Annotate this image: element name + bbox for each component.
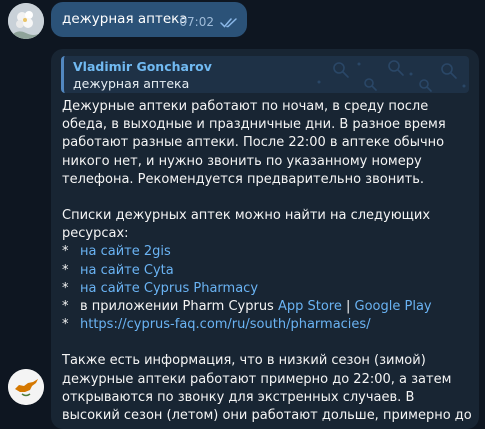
user-avatar[interactable] — [8, 3, 44, 39]
incoming-message-bubble[interactable]: Vladimir Goncharov дежурная аптека Дежур… — [51, 49, 479, 429]
list-item: * на сайте 2gis — [62, 243, 472, 261]
outgoing-message-bubble[interactable]: дежурная аптека 07:02 — [51, 2, 247, 37]
bullet: * — [62, 280, 69, 296]
bot-avatar[interactable] — [8, 369, 44, 405]
outgoing-message-time: 07:02 — [179, 15, 214, 29]
bullet: * — [62, 262, 69, 278]
flower-icon — [8, 3, 44, 39]
cyprus-map-icon — [8, 369, 44, 405]
paragraph-schedule: Дежурные аптеки работают по ночам, в сре… — [62, 99, 446, 187]
link-2gis[interactable]: на сайте 2gis — [80, 244, 171, 259]
list-item: * https://cyprus-faq.com/ru/south/pharmac… — [62, 316, 472, 334]
app-text: в приложении Pharm Cyprus — [80, 299, 278, 315]
list-item: * на сайте Cyprus Pharmacy — [62, 280, 472, 298]
link-cyprus-pharmacy[interactable]: на сайте Cyprus Pharmacy — [80, 281, 258, 296]
list-item: * на сайте Cyta — [62, 262, 472, 280]
link-faq-url[interactable]: https://cyprus-faq.com/ru/south/pharmaci… — [80, 317, 371, 332]
link-app-store[interactable]: App Store — [278, 299, 342, 314]
paragraph-resources: Списки дежурных аптек можно найти на сле… — [62, 208, 431, 242]
reply-author: Vladimir Goncharov — [73, 59, 212, 74]
paragraph-season: Также есть информация, что в низкий сезо… — [62, 353, 472, 429]
double-check-icon — [220, 18, 237, 28]
bullet: * — [62, 299, 69, 315]
link-cyta[interactable]: на сайте Cyta — [80, 263, 174, 278]
outgoing-message-text: дежурная аптека — [62, 11, 188, 27]
reply-pattern-icon — [317, 60, 466, 92]
list-item: * в приложении Pharm Cyprus App Store | G… — [62, 298, 472, 316]
link-separator: | — [341, 299, 355, 315]
link-google-play[interactable]: Google Play — [355, 299, 432, 314]
message-body: Дежурные аптеки работают по ночам, в сре… — [62, 98, 472, 429]
reply-text: дежурная аптека — [73, 76, 190, 91]
reply-quote[interactable]: Vladimir Goncharov дежурная аптека — [61, 56, 469, 93]
bullet: * — [62, 317, 69, 333]
bullet: * — [62, 244, 69, 260]
